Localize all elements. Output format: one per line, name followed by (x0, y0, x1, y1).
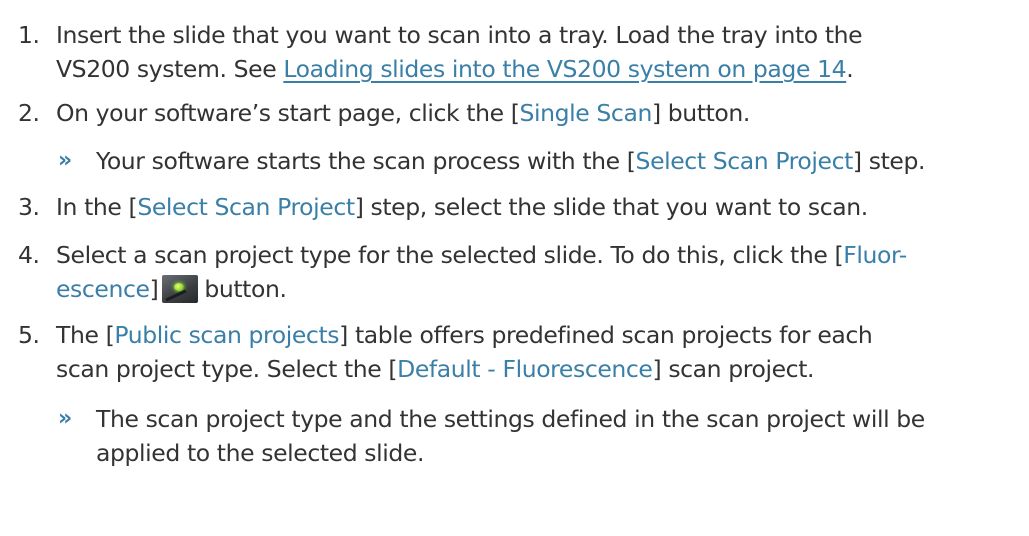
step-number: 3. (18, 193, 40, 221)
step-number: 5. (18, 321, 40, 349)
fluorescence-ui-label-cont: escence (56, 275, 150, 303)
step-text: Insert the slide that you want to scan i… (56, 21, 863, 49)
step-text: . (846, 55, 854, 83)
step-text: button. (204, 275, 287, 303)
public-scan-projects-ui-label: Public scan projects (114, 321, 340, 349)
fluorescence-ui-label: Fluor- (843, 241, 907, 269)
step-text: VS200 system. See (56, 55, 284, 83)
default-fluorescence-ui-label: Default - Fluorescence (397, 355, 653, 383)
step-text-line: Select a scan project type for the selec… (56, 238, 907, 272)
step-text: Select a scan project type for the selec… (56, 241, 844, 269)
select-scan-project-ui-label: Select Scan Project (635, 147, 854, 175)
result-text: applied to the selected slide. (96, 439, 425, 467)
step-number: 1. (18, 21, 40, 49)
step-text: In the [ (56, 193, 138, 221)
step-number: 4. (18, 241, 40, 269)
step-text: ] button. (651, 99, 750, 127)
single-scan-ui-label: Single Scan (519, 99, 653, 127)
step-text: ] table offers predefined scan projects … (339, 321, 873, 349)
loading-slides-link[interactable]: Loading slides into the VS200 system on … (283, 55, 846, 83)
step-text-line2: escence] button. (56, 272, 287, 306)
result-text: The scan project type and the settings d… (96, 405, 925, 433)
step-text-line: The [Public scan projects] table offers … (56, 318, 873, 352)
step-text-line: In the [Select Scan Project] step, selec… (56, 190, 868, 224)
step-text: scan project type. Select the [ (56, 355, 398, 383)
step-text-line: On your software’s start page, click the… (56, 96, 750, 130)
step-text: On your software’s start page, click the… (56, 99, 520, 127)
result-text-line: Your software starts the scan process wi… (96, 144, 925, 178)
fluorescence-icon (162, 275, 199, 303)
step-text: ] (149, 275, 159, 303)
result-arrow-icon: » (58, 148, 72, 173)
step-number: 2. (18, 99, 40, 127)
step-text: ] scan project. (652, 355, 815, 383)
step-text: ] step, select the slide that you want t… (354, 193, 869, 221)
result-text: Your software starts the scan process wi… (96, 147, 636, 175)
result-text: ] step. (852, 147, 926, 175)
result-arrow-icon: » (58, 406, 72, 431)
step-text-line2: scan project type. Select the [Default -… (56, 352, 814, 386)
step-text-line2: VS200 system. See Loading slides into th… (56, 52, 854, 86)
select-scan-project-ui-label: Select Scan Project (137, 193, 355, 221)
step-text: The [ (56, 321, 115, 349)
